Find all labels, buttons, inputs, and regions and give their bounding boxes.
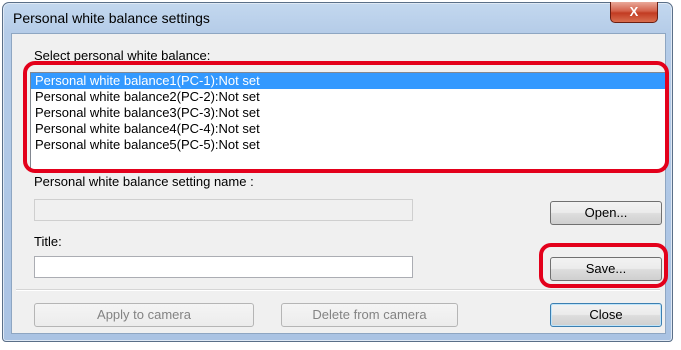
open-button[interactable]: Open... (550, 201, 662, 225)
list-item-pc5[interactable]: Personal white balance5(PC-5):Not set (31, 137, 665, 153)
setting-name-field (34, 199, 413, 221)
apply-to-camera-button[interactable]: Apply to camera (34, 303, 254, 327)
close-button[interactable]: Close (550, 303, 662, 327)
list-label: Select personal white balance: (34, 48, 211, 63)
list-item-pc2[interactable]: Personal white balance2(PC-2):Not set (31, 89, 665, 105)
title-input[interactable] (34, 256, 413, 278)
delete-from-camera-button[interactable]: Delete from camera (281, 303, 458, 327)
dialog-window: Personal white balance settings X Select… (2, 2, 673, 342)
separator (16, 289, 660, 291)
window-title: Personal white balance settings (13, 10, 210, 26)
white-balance-listbox[interactable]: Personal white balance1(PC-1):Not set Pe… (30, 72, 666, 170)
setting-name-label: Personal white balance setting name : (34, 174, 254, 189)
save-button[interactable]: Save... (550, 257, 662, 281)
close-icon: X (629, 4, 639, 19)
list-item-pc1[interactable]: Personal white balance1(PC-1):Not set (31, 73, 665, 89)
title-label: Title: (34, 234, 62, 249)
list-item-pc3[interactable]: Personal white balance3(PC-3):Not set (31, 105, 665, 121)
list-item-pc4[interactable]: Personal white balance4(PC-4):Not set (31, 121, 665, 137)
window-close-button[interactable]: X (610, 2, 658, 23)
dialog-body: Select personal white balance: Personal … (11, 33, 666, 334)
